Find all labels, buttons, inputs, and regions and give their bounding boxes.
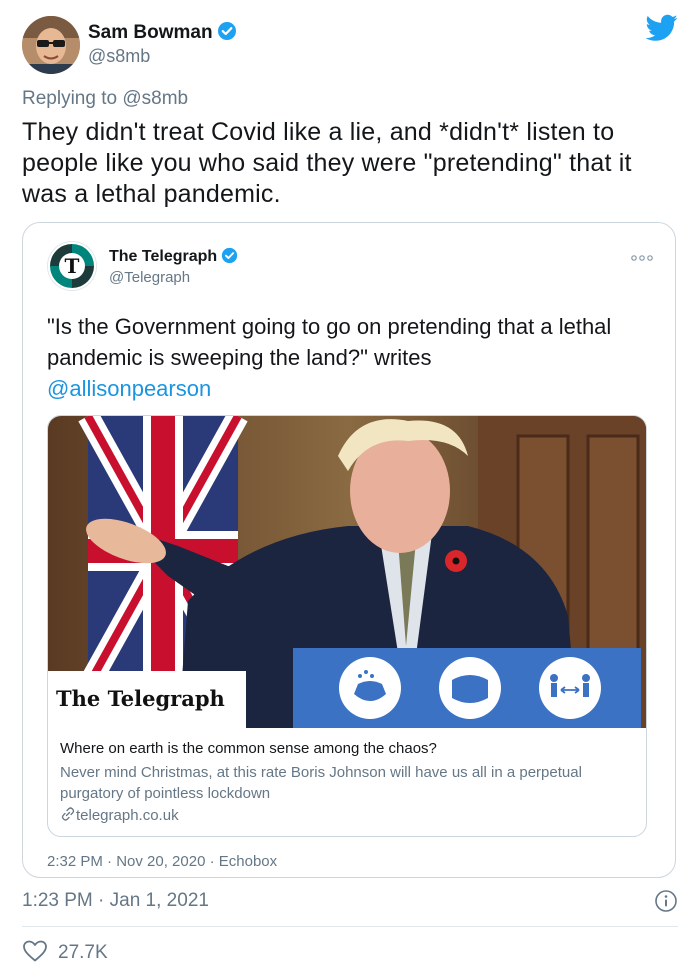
card-url-text[interactable]: telegraph.co.uk (76, 807, 179, 824)
link-icon (60, 806, 76, 826)
author-handle[interactable]: @s8mb (88, 46, 150, 67)
quoted-author-handle[interactable]: @Telegraph (109, 269, 190, 286)
info-icon[interactable] (654, 889, 678, 918)
replying-to: Replying to @s8mb (22, 88, 188, 110)
twitter-bird-icon[interactable] (645, 14, 678, 47)
divider (22, 926, 678, 927)
more-options-icon[interactable] (631, 249, 653, 267)
card-image-caption: The Telegraph (56, 686, 225, 711)
quoted-timestamp[interactable]: 2:32 PM · Nov 20, 2020 · Echobox (47, 853, 277, 870)
replying-prefix: Replying to (22, 88, 123, 109)
tweet-timestamp[interactable]: 1:23 PM · Jan 1, 2021 (22, 890, 209, 912)
like-count: 27.7K (58, 942, 108, 963)
svg-text:T: T (65, 254, 80, 278)
quoted-author-name[interactable]: The Telegraph (109, 247, 238, 269)
card-url[interactable]: telegraph.co.uk (60, 806, 179, 826)
replying-mention[interactable]: @s8mb (122, 88, 188, 109)
author-avatar[interactable] (22, 16, 80, 74)
verified-badge-icon (217, 21, 237, 47)
card-image[interactable]: The Telegraph (48, 416, 646, 728)
quoted-author-name-text[interactable]: The Telegraph (109, 248, 217, 265)
heart-icon[interactable] (22, 939, 48, 968)
link-card[interactable]: The Telegraph Where on earth is the comm… (47, 415, 647, 837)
quoted-mention-link[interactable]: @allisonpearson (47, 373, 647, 404)
card-title[interactable]: Where on earth is the common sense among… (60, 740, 437, 757)
author-name-text[interactable]: Sam Bowman (88, 22, 213, 43)
quoted-tweet-text: "Is the Government going to go on preten… (47, 311, 647, 404)
quoted-text-body: "Is the Government going to go on preten… (47, 314, 612, 370)
card-description: Never mind Christmas, at this rate Boris… (60, 764, 582, 802)
telegraph-logo-avatar[interactable]: T (47, 241, 97, 291)
like-action[interactable]: 27.7K (22, 939, 108, 967)
tweet-text: They didn't treat Covid like a lie, and … (22, 118, 632, 208)
author-name[interactable]: Sam Bowman (88, 21, 237, 47)
quoted-tweet[interactable]: T The Telegraph @Telegraph "Is the Gover… (22, 222, 676, 878)
verified-badge-icon (221, 247, 238, 269)
